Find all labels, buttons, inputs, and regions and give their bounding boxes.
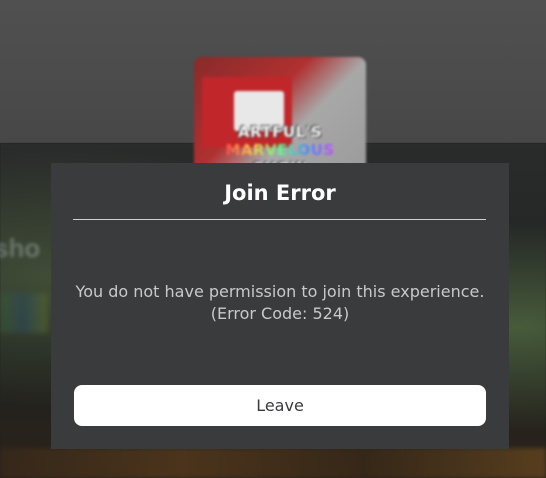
dialog-title: Join Error (224, 181, 336, 205)
join-error-dialog: Join Error You do not have permission to… (51, 163, 509, 449)
thumbnail-logo-start: ARTFUL'S (237, 123, 323, 141)
error-message: You do not have permission to join this … (75, 282, 485, 301)
thumbnail-logo-highlight: MARVELOUS (225, 141, 335, 159)
dialog-message: You do not have permission to join this … (51, 281, 509, 325)
background-blurred-shape (0, 293, 48, 333)
error-code: (Error Code: 524) (210, 304, 350, 323)
game-screen: sho ARTFUL'S MARVELOUS SHOW Join Error Y… (0, 0, 546, 478)
experience-thumbnail: ARTFUL'S MARVELOUS SHOW (194, 57, 366, 177)
background-blurred-text: sho (0, 233, 41, 263)
dialog-divider (73, 219, 486, 220)
leave-button[interactable]: Leave (74, 385, 486, 426)
background-floor (0, 448, 546, 478)
